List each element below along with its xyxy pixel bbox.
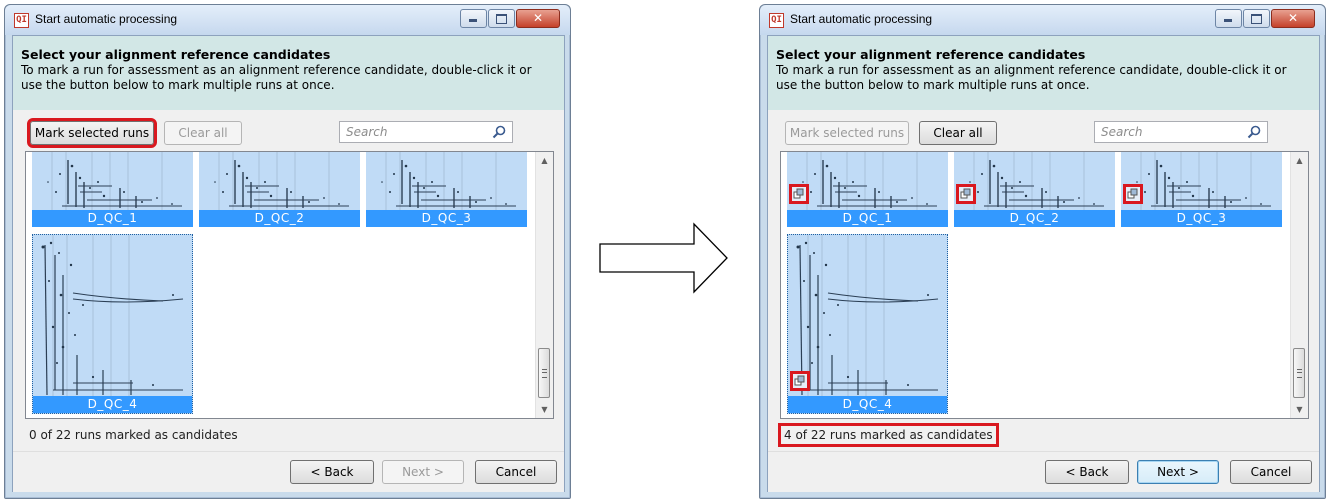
gel-thumbnail [787,152,948,210]
next-button[interactable]: Next > [382,460,464,484]
runs-list[interactable]: D_QC_1 D_QC_2 D_QC_3 D_QC_4 ▲ ▼ [25,151,554,419]
gel-thumbnail [788,235,947,398]
title-bar: QI Start automatic processing ✕ [760,5,1325,35]
search-placeholder: Search [346,125,388,139]
scroll-thumb[interactable] [538,348,550,398]
app-logo-icon: QI [769,13,784,28]
mark-selected-runs-button[interactable]: Mark selected runs [785,121,909,145]
scroll-up-icon[interactable]: ▲ [536,152,553,169]
minimize-icon [1224,19,1232,22]
maximize-icon [1251,14,1262,24]
scroll-down-icon[interactable]: ▼ [536,401,553,418]
page-description: To mark a run for assessment as an align… [776,63,1287,92]
search-icon [1247,125,1261,139]
maximize-button[interactable] [488,9,515,28]
minimize-icon [469,19,477,22]
grip-icon [1297,369,1302,378]
candidate-marker-icon [789,184,809,204]
maximize-button[interactable] [1243,9,1270,28]
next-button[interactable]: Next > [1137,460,1219,484]
run-name: D_QC_2 [199,210,360,227]
candidate-marker-icon [790,371,810,391]
search-icon [492,125,506,139]
title-bar: QI Start automatic processing ✕ [5,5,570,35]
window-title: Start automatic processing [790,12,933,26]
search-input[interactable]: Search [1094,121,1268,143]
page-title: Select your alignment reference candidat… [776,47,1086,62]
mark-selected-runs-button[interactable]: Mark selected runs [27,118,157,148]
back-button[interactable]: < Back [290,460,374,484]
run-tile[interactable]: D_QC_1 [787,152,948,227]
minimize-button[interactable] [460,9,487,28]
scroll-down-icon[interactable]: ▼ [1291,401,1308,418]
run-tile[interactable]: D_QC_1 [32,152,193,227]
run-name: D_QC_3 [1121,210,1282,227]
footer: < Back Next > Cancel [768,451,1319,492]
close-button[interactable]: ✕ [1271,9,1315,28]
app-logo-icon: QI [14,13,29,28]
gel-thumbnail [366,152,527,210]
run-name: D_QC_1 [787,210,948,227]
scroll-thumb[interactable] [1293,348,1305,398]
run-tile[interactable]: D_QC_2 [954,152,1115,227]
run-name: D_QC_1 [32,210,193,227]
candidate-marker-icon [1123,184,1143,204]
cancel-button[interactable]: Cancel [475,460,557,484]
status-text: 0 of 22 runs marked as candidates [29,428,238,442]
search-placeholder: Search [1101,125,1143,139]
dialog-before: QI Start automatic processing ✕ Select y… [4,4,571,499]
run-tile[interactable]: D_QC_4 [787,234,948,414]
header-band: Select your alignment reference candidat… [768,36,1319,110]
footer: < Back Next > Cancel [13,451,564,492]
run-tile[interactable]: D_QC_3 [1121,152,1282,227]
runs-list[interactable]: D_QC_1 D_QC_2 D_QC_3 D_QC_4 ▲ ▼ [780,151,1309,419]
vertical-scrollbar[interactable]: ▲ ▼ [1290,152,1308,418]
gel-thumbnail [33,235,192,398]
search-input[interactable]: Search [339,121,513,143]
gel-thumbnail [32,152,193,210]
back-button[interactable]: < Back [1045,460,1129,484]
run-tile[interactable]: D_QC_3 [366,152,527,227]
grip-icon [542,369,547,378]
close-button[interactable]: ✕ [516,9,560,28]
gel-thumbnail [199,152,360,210]
cancel-button[interactable]: Cancel [1230,460,1312,484]
clear-all-button[interactable]: Clear all [919,121,997,145]
dialog-after: QI Start automatic processing ✕ Select y… [759,4,1326,499]
page-title: Select your alignment reference candidat… [21,47,331,62]
run-name: D_QC_3 [366,210,527,227]
close-icon: ✕ [532,11,544,25]
status-text: 4 of 22 runs marked as candidates [778,423,999,447]
run-name: D_QC_4 [33,396,192,413]
page-description: To mark a run for assessment as an align… [21,63,532,92]
maximize-icon [496,14,507,24]
header-band: Select your alignment reference candidat… [13,36,564,110]
close-icon: ✕ [1287,11,1299,25]
run-name: D_QC_4 [788,396,947,413]
run-tile[interactable]: D_QC_4 [32,234,193,414]
clear-all-button[interactable]: Clear all [164,121,242,145]
minimize-button[interactable] [1215,9,1242,28]
candidate-marker-icon [956,184,976,204]
run-tile[interactable]: D_QC_2 [199,152,360,227]
scroll-up-icon[interactable]: ▲ [1291,152,1308,169]
vertical-scrollbar[interactable]: ▲ ▼ [535,152,553,418]
right-arrow-icon [599,222,728,294]
gel-thumbnail [1121,152,1282,210]
gel-thumbnail [954,152,1115,210]
run-name: D_QC_2 [954,210,1115,227]
window-title: Start automatic processing [35,12,178,26]
